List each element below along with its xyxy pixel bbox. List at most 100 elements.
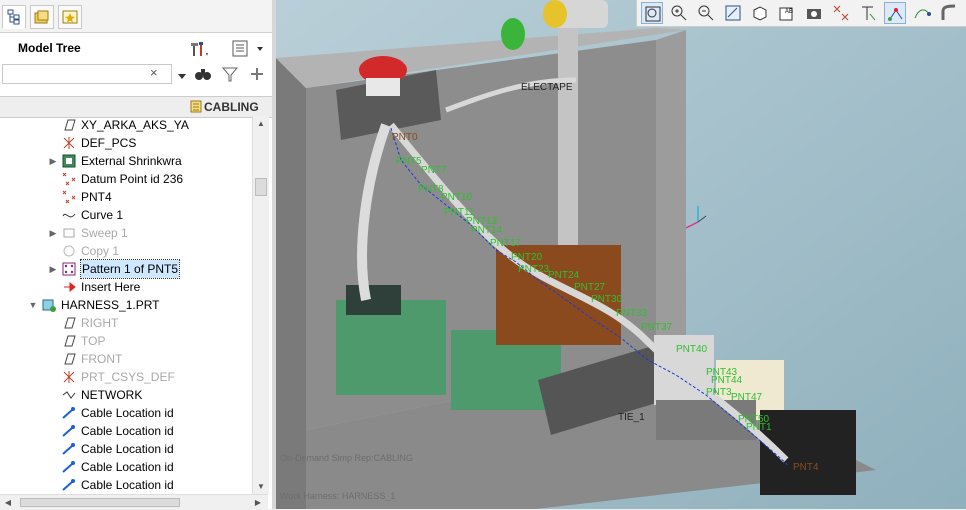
saved-views-icon[interactable]: AB xyxy=(776,2,798,24)
point-label: PNT44 xyxy=(711,375,743,386)
tree-row[interactable]: NETWORK xyxy=(0,386,252,404)
tree-row[interactable]: Cable Location id xyxy=(0,404,252,422)
tree-vertical-scrollbar[interactable]: ▲ ▼ xyxy=(252,116,269,494)
tree-row-label: RIGHT xyxy=(81,316,119,330)
point-label: PNT24 xyxy=(548,270,580,281)
tree-row[interactable]: ▼ HARNESS_1.PRT xyxy=(0,296,252,314)
vertical-scroll-thumb[interactable] xyxy=(255,178,267,196)
show-menu-button[interactable] xyxy=(230,39,264,59)
clear-search-icon[interactable]: × xyxy=(150,65,158,80)
expand-chevron-icon[interactable]: ▶ xyxy=(48,228,58,238)
tree-row[interactable]: Cable Location id xyxy=(0,476,252,494)
tree-row[interactable]: Cable Location id xyxy=(0,440,252,458)
tree-row-label: Pattern 1 of PNT5 xyxy=(79,259,181,279)
tree-row-label: DEF_PCS xyxy=(81,136,137,150)
tree-row-label: HARNESS_1.PRT xyxy=(61,298,160,312)
tree-row[interactable]: Datum Point id 236 xyxy=(0,170,252,188)
cable-location-icon xyxy=(62,442,76,456)
horizontal-scroll-thumb[interactable] xyxy=(20,498,180,507)
cable-assembly-scene[interactable]: PNT5PNT7PNT8PNT10PNT11PNT13PNT14PNT17PNT… xyxy=(276,0,966,509)
tree-row-label: FRONT xyxy=(81,352,123,366)
model-tree-title: Model Tree xyxy=(18,41,81,55)
tree-row-label: Cable Location id xyxy=(81,442,174,456)
tree-row[interactable]: Insert Here xyxy=(0,278,252,296)
point-label: PNT17 xyxy=(490,238,522,249)
zoom-in-icon[interactable] xyxy=(668,2,690,24)
tree-row-label: Copy 1 xyxy=(81,244,120,258)
datum-plane-icon xyxy=(62,118,76,132)
tree-row[interactable]: Cable Location id xyxy=(0,422,252,440)
network-icon xyxy=(62,388,76,402)
cable-display-icon[interactable] xyxy=(938,2,960,24)
part-icon xyxy=(42,298,56,312)
add-column-icon[interactable] xyxy=(250,67,264,84)
filter-icon[interactable] xyxy=(221,67,239,86)
point-label: PNT1 xyxy=(746,422,772,433)
cable-location-icon xyxy=(62,460,76,474)
scroll-up-icon[interactable]: ▲ xyxy=(253,116,269,131)
tree-row[interactable]: ▶ Pattern 1 of PNT5 xyxy=(0,259,252,279)
annotation-display-icon[interactable] xyxy=(857,2,879,24)
tie-label: TIE_1 xyxy=(618,412,645,423)
favorites-tab[interactable] xyxy=(58,5,82,29)
display-style-icon[interactable] xyxy=(749,2,771,24)
tree-row[interactable]: Copy 1 xyxy=(0,242,252,260)
collapse-chevron-icon[interactable]: ▼ xyxy=(28,300,38,310)
point-label: PNT3 xyxy=(706,387,732,398)
cabling-badge: CABLING xyxy=(186,98,263,116)
tree-row[interactable]: XY_ARKA_AKS_YA xyxy=(0,116,252,134)
cable-location-icon xyxy=(62,478,76,492)
red-button-base xyxy=(366,78,400,96)
point-display-icon[interactable] xyxy=(884,2,906,24)
repaint-icon[interactable] xyxy=(722,2,744,24)
search-dropdown-chevron-icon[interactable] xyxy=(178,69,186,83)
folder-icon xyxy=(34,10,49,24)
scroll-left-icon[interactable]: ◀ xyxy=(0,495,16,510)
scroll-right-icon[interactable]: ▶ xyxy=(250,495,266,510)
tree-row[interactable]: Curve 1 xyxy=(0,206,252,224)
find-binoculars-icon[interactable] xyxy=(194,66,212,85)
expand-chevron-icon[interactable]: ▶ xyxy=(48,264,58,274)
tree-row[interactable]: DEF_PCS xyxy=(0,134,252,152)
datum-display-icon[interactable] xyxy=(830,2,852,24)
tree-row-label: PRT_CSYS_DEF xyxy=(81,370,175,384)
panel-tabstrip xyxy=(0,0,272,33)
refit-icon[interactable] xyxy=(641,2,663,24)
electape-label: ELECTAPE xyxy=(521,82,573,93)
datum-point-icon xyxy=(62,190,76,204)
expand-chevron-icon[interactable]: ▶ xyxy=(48,156,58,166)
work-harness-status: Work Harness: HARNESS_1 xyxy=(280,491,396,501)
tree-search-input[interactable] xyxy=(2,64,172,84)
tree-row-label: Cable Location id xyxy=(81,460,174,474)
point-label: PNT33 xyxy=(616,308,648,319)
cabling-badge-icon xyxy=(190,100,202,113)
tree-row[interactable]: PRT_CSYS_DEF xyxy=(0,368,252,386)
zoom-out-icon[interactable] xyxy=(695,2,717,24)
insert-arrow-icon xyxy=(62,280,76,294)
tree-row[interactable]: ▶ Sweep 1 xyxy=(0,224,252,242)
favorites-icon xyxy=(62,10,78,24)
folder-browser-tab[interactable] xyxy=(30,5,54,29)
scroll-down-icon[interactable]: ▼ xyxy=(253,479,269,494)
tree-row[interactable]: PNT4 xyxy=(0,188,252,206)
tree-row-label: Curve 1 xyxy=(81,208,124,222)
tree-row[interactable]: FRONT xyxy=(0,350,252,368)
tree-row[interactable]: TOP xyxy=(0,332,252,350)
datum-point-icon xyxy=(62,172,76,186)
tree-row[interactable]: RIGHT xyxy=(0,314,252,332)
tree-settings-button[interactable] xyxy=(188,39,210,59)
pnt0-label: PNT0 xyxy=(392,132,418,143)
shrinkwrap-icon xyxy=(62,154,76,168)
tree-horizontal-scrollbar[interactable]: ◀ ▶ xyxy=(0,494,268,510)
tree-row[interactable]: Cable Location id xyxy=(0,458,252,476)
model-tree-tab[interactable] xyxy=(2,5,26,29)
point-label: PNT30 xyxy=(591,294,623,305)
tree-row[interactable]: ▶ External Shrinkwra xyxy=(0,152,252,170)
point-label: PNT10 xyxy=(441,192,473,203)
spin-center-icon[interactable] xyxy=(911,2,933,24)
cabling-badge-label: CABLING xyxy=(204,100,259,114)
csys-icon xyxy=(62,370,76,384)
view-manager-icon[interactable] xyxy=(803,2,825,24)
graphics-viewport[interactable]: PNT5 PNT7 PNT8 PNT10 PNT11 PNT13 PNT14 PNT17 PNT… xyxy=(276,0,966,509)
connector-plug-left xyxy=(346,285,401,315)
